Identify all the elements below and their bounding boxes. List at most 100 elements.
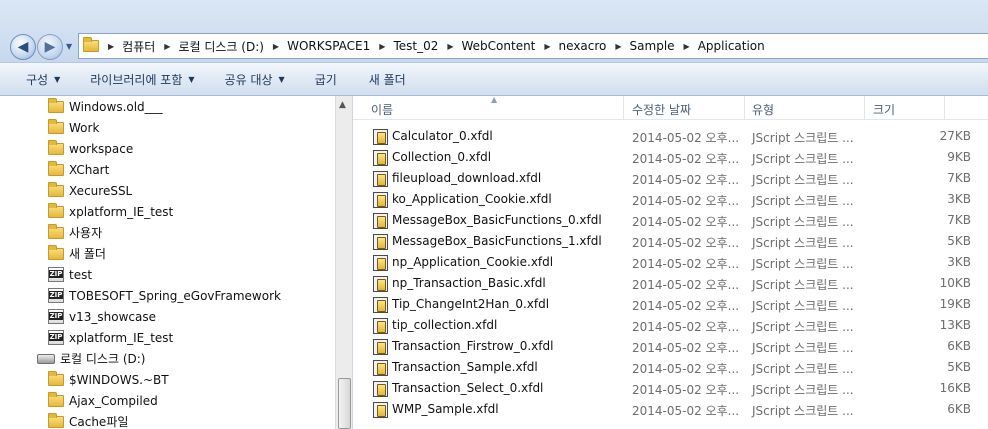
breadcrumb-separator-icon[interactable]: ▶ (273, 42, 279, 51)
file-type: JScript 스크립트 ... (752, 152, 854, 166)
breadcrumb-item[interactable]: Application (698, 39, 765, 53)
new-folder-button[interactable]: 새 폴더 (369, 71, 406, 88)
file-name: Calculator_0.xfdl (392, 129, 493, 143)
file-list[interactable]: ▲ 이름 수정한 날짜 유형 크기 Calculator_0.xfdl 2014… (352, 95, 988, 429)
nav-scrollbar[interactable]: ▲ (335, 96, 352, 429)
forward-button[interactable]: ▶ (37, 34, 63, 60)
breadcrumb-separator-icon[interactable]: ▶ (615, 42, 621, 51)
column-divider[interactable] (864, 96, 865, 120)
scroll-up-icon[interactable]: ▲ (339, 100, 346, 110)
nav-item[interactable]: Windows.old___ (48, 96, 163, 117)
breadcrumb-separator-icon[interactable]: ▶ (544, 42, 550, 51)
jscript-file-icon (373, 360, 388, 376)
column-divider[interactable] (944, 96, 945, 120)
file-type: JScript 스크립트 ... (752, 341, 854, 355)
nav-item-label: xplatform_IE_test (69, 204, 174, 219)
breadcrumb-item[interactable]: WebContent (462, 39, 536, 53)
breadcrumb-separator-icon[interactable]: ▶ (164, 42, 170, 51)
nav-item[interactable]: 새 폴더 (48, 243, 106, 264)
file-date: 2014-05-02 오후... (632, 152, 740, 166)
nav-item[interactable]: XecureSSL (48, 180, 132, 201)
column-header-type[interactable]: 유형 (752, 101, 774, 118)
address-bar[interactable]: ▶ 컴퓨터 ▶ 로컬 디스크 (D:) ▶ WORKSPACE1 ▶ Test_… (78, 33, 988, 59)
nav-item[interactable]: Ajax_Compiled (48, 390, 158, 411)
nav-item[interactable]: test (48, 264, 92, 285)
column-header-size[interactable]: 크기 (873, 101, 895, 118)
forward-arrow-icon: ▶ (44, 39, 56, 55)
folder-icon (48, 139, 64, 155)
back-button[interactable]: ◀ (10, 34, 36, 60)
nav-item[interactable]: xplatform_IE_test (48, 201, 173, 222)
jscript-file-icon (373, 297, 388, 313)
file-date: 2014-05-02 오후... (632, 194, 740, 208)
chevron-down-icon: ▼ (54, 74, 61, 84)
share-with-label: 공유 대상 (224, 72, 273, 87)
file-row[interactable]: ko_Application_Cookie.xfdl 2014-05-02 오후… (371, 189, 971, 210)
breadcrumb-item[interactable]: 로컬 디스크 (D:) (178, 38, 263, 55)
file-name: WMP_Sample.xfdl (392, 402, 499, 416)
file-row[interactable]: Transaction_Sample.xfdl 2014-05-02 오후...… (371, 357, 971, 378)
file-row[interactable]: WMP_Sample.xfdl 2014-05-02 오후... JScript… (371, 399, 971, 420)
file-size: 27KB (939, 129, 971, 143)
burn-label: 굽기 (314, 72, 337, 87)
column-divider[interactable] (623, 96, 624, 120)
file-row[interactable]: Transaction_Select_0.xfdl 2014-05-02 오후.… (371, 378, 971, 399)
new-folder-label: 새 폴더 (368, 72, 406, 87)
file-row[interactable]: Tip_ChangeInt2Han_0.xfdl 2014-05-02 오후..… (371, 294, 971, 315)
file-row[interactable]: tip_collection.xfdl 2014-05-02 오후... JSc… (371, 315, 971, 336)
nav-item[interactable]: v13_showcase (48, 306, 156, 327)
file-date: 2014-05-02 오후... (632, 236, 740, 250)
include-in-library-button[interactable]: 라이브러리에 포함 ▼ (90, 71, 194, 88)
breadcrumb-separator-icon[interactable]: ▶ (379, 42, 385, 51)
nav-item[interactable]: 사용자 (48, 222, 102, 243)
nav-item[interactable]: $WINDOWS.~BT (48, 369, 169, 390)
breadcrumb-separator-icon[interactable]: ▶ (108, 42, 114, 51)
recent-pages-chevron-icon[interactable]: ▼ (66, 42, 72, 51)
file-row[interactable]: MessageBox_BasicFunctions_1.xfdl 2014-05… (371, 231, 971, 252)
file-date: 2014-05-02 오후... (632, 173, 740, 187)
file-size: 16KB (939, 381, 971, 395)
nav-item[interactable]: XChart (48, 159, 109, 180)
file-row[interactable]: np_Transaction_Basic.xfdl 2014-05-02 오후.… (371, 273, 971, 294)
nav-item[interactable]: xplatform_IE_test (48, 327, 173, 348)
file-size: 13KB (939, 318, 971, 332)
column-header-name[interactable]: 이름 (371, 101, 393, 118)
column-header-date[interactable]: 수정한 날짜 (632, 101, 691, 118)
burn-button[interactable]: 굽기 (315, 71, 337, 88)
nav-item[interactable]: workspace (48, 138, 133, 159)
navigation-pane[interactable]: Windows.old___ Work workspace XChart Xec… (0, 96, 335, 429)
file-size: 5KB (947, 234, 971, 248)
nav-item-label: 로컬 디스크 (D:) (60, 352, 146, 366)
breadcrumb-item[interactable]: Test_02 (393, 39, 438, 53)
file-name: fileupload_download.xfdl (392, 171, 542, 185)
nav-item-drive[interactable]: 로컬 디스크 (D:) (37, 348, 145, 369)
breadcrumb-item[interactable]: WORKSPACE1 (287, 39, 370, 53)
jscript-file-icon (373, 234, 388, 250)
breadcrumb-separator-icon[interactable]: ▶ (684, 42, 690, 51)
nav-item[interactable]: Cache파일 (48, 411, 128, 429)
file-type: JScript 스크립트 ... (752, 278, 854, 292)
file-date: 2014-05-02 오후... (632, 215, 740, 229)
nav-item[interactable]: TOBESOFT_Spring_eGovFramework (48, 285, 281, 306)
breadcrumb-item[interactable]: Sample (630, 39, 675, 53)
file-row[interactable]: Collection_0.xfdl 2014-05-02 오후... JScri… (371, 147, 971, 168)
jscript-file-icon (373, 255, 388, 271)
breadcrumb-separator-icon[interactable]: ▶ (447, 42, 453, 51)
organize-button[interactable]: 구성 ▼ (26, 71, 60, 88)
breadcrumb-item[interactable]: 컴퓨터 (122, 38, 155, 55)
organize-label: 구성 (26, 72, 49, 87)
file-row[interactable]: Calculator_0.xfdl 2014-05-02 오후... JScri… (371, 126, 971, 147)
breadcrumb-item[interactable]: nexacro (559, 39, 607, 53)
file-row[interactable]: MessageBox_BasicFunctions_0.xfdl 2014-05… (371, 210, 971, 231)
file-row[interactable]: np_Application_Cookie.xfdl 2014-05-02 오후… (371, 252, 971, 273)
share-with-button[interactable]: 공유 대상 ▼ (225, 71, 285, 88)
nav-item[interactable]: Work (48, 117, 99, 138)
file-row[interactable]: Transaction_Firstrow_0.xfdl 2014-05-02 오… (371, 336, 971, 357)
jscript-file-icon (373, 402, 388, 418)
jscript-file-icon (373, 213, 388, 229)
file-type: JScript 스크립트 ... (752, 215, 854, 229)
file-row[interactable]: fileupload_download.xfdl 2014-05-02 오후..… (371, 168, 971, 189)
scroll-thumb[interactable] (338, 378, 351, 429)
column-divider[interactable] (744, 96, 745, 120)
folder-icon (48, 97, 64, 113)
